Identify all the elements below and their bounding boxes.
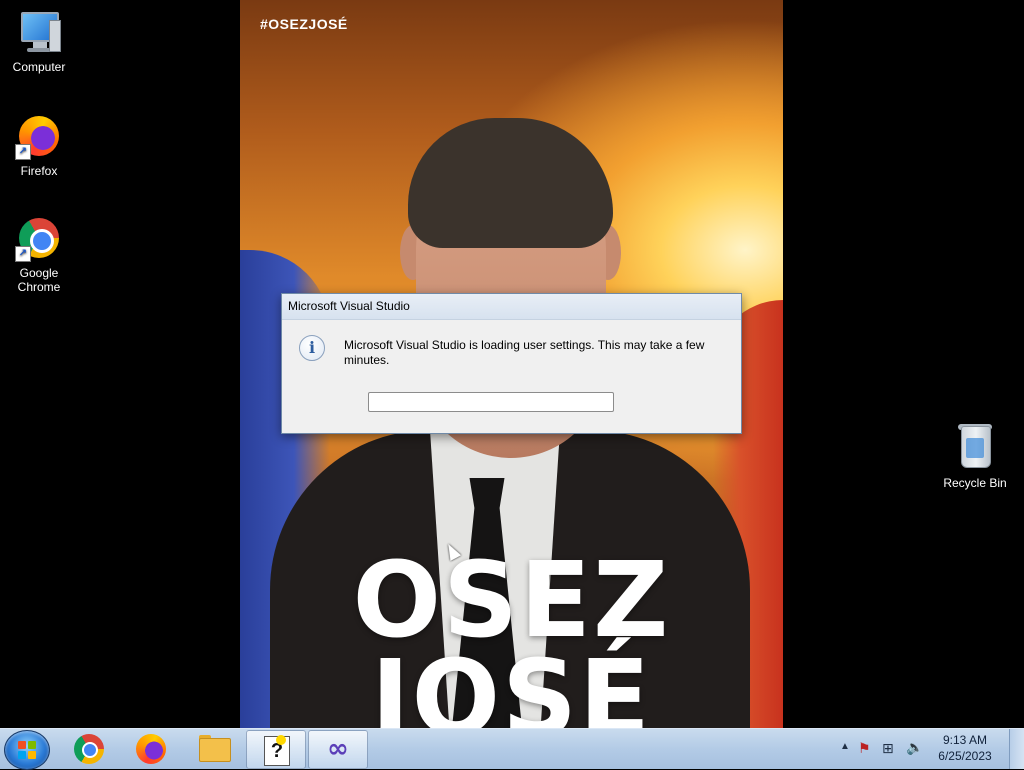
show-desktop-button[interactable]	[1009, 729, 1024, 769]
desktop-icon-computer[interactable]: Computer	[1, 8, 77, 74]
progress-bar	[368, 392, 614, 412]
taskbar-visual-studio-button[interactable]: ∞	[308, 730, 368, 769]
dialog-message: Microsoft Visual Studio is loading user …	[344, 338, 705, 367]
desktop-icon-google-chrome[interactable]: ↗ Google Chrome	[1, 214, 77, 294]
clock-date: 6/25/2023	[938, 749, 992, 763]
info-icon: i	[299, 335, 325, 361]
shortcut-arrow-icon: ↗	[15, 144, 31, 160]
dialog-title: Microsoft Visual Studio	[288, 299, 410, 313]
volume-muted-icon[interactable]: 🔈	[906, 739, 923, 756]
taskbar-help-button[interactable]: ?	[246, 730, 306, 769]
network-icon[interactable]: ⊞	[882, 740, 894, 757]
wallpaper-slogan-line2: JOSÉ	[370, 637, 653, 728]
help-badge-icon	[276, 735, 286, 745]
folder-icon	[199, 738, 231, 762]
loading-dialog: Microsoft Visual Studio i Microsoft Visu…	[281, 293, 742, 434]
taskbar: ? ∞ ▲ ⚑ ⊞ 🔈 9:13 AM 6/25/2023	[0, 728, 1024, 770]
clock-time: 9:13 AM	[942, 733, 988, 747]
chrome-icon	[73, 734, 105, 764]
visual-studio-icon: ∞	[327, 734, 349, 764]
windows-logo-icon	[18, 741, 36, 759]
desktop-icon-recycle-bin[interactable]: Recycle Bin	[937, 424, 1013, 490]
desktop-icon-label: Computer	[12, 60, 66, 74]
action-center-flag-icon[interactable]: ⚑	[858, 740, 871, 757]
recycle-bin-icon	[951, 424, 999, 472]
taskbar-chrome-button[interactable]	[60, 730, 118, 767]
desktop-icon-label: Google Chrome	[17, 266, 61, 294]
firefox-icon	[135, 734, 167, 764]
clock[interactable]: 9:13 AM 6/25/2023	[930, 732, 1000, 764]
system-tray: ▲ ⚑ ⊞ 🔈 9:13 AM 6/25/2023	[834, 729, 1024, 769]
desktop-icon-firefox[interactable]: ↗ Firefox	[1, 112, 77, 178]
taskbar-firefox-button[interactable]	[122, 730, 180, 767]
taskbar-file-explorer-button[interactable]	[184, 730, 242, 767]
dialog-titlebar[interactable]: Microsoft Visual Studio	[282, 294, 741, 320]
wallpaper-person-hair	[408, 118, 613, 248]
start-button[interactable]	[4, 730, 50, 770]
show-hidden-icons-arrow[interactable]: ▲	[840, 741, 850, 752]
computer-icon	[15, 8, 63, 56]
dialog-body: i Microsoft Visual Studio is loading use…	[282, 320, 741, 433]
shortcut-arrow-icon: ↗	[15, 246, 31, 262]
desktop-icon-label: Recycle Bin	[943, 476, 1007, 490]
chrome-icon: ↗	[15, 214, 63, 262]
desktop-icon-label: Firefox	[20, 164, 58, 178]
wallpaper-hashtag: #OSEZJOSÉ	[260, 16, 348, 32]
firefox-icon: ↗	[15, 112, 63, 160]
